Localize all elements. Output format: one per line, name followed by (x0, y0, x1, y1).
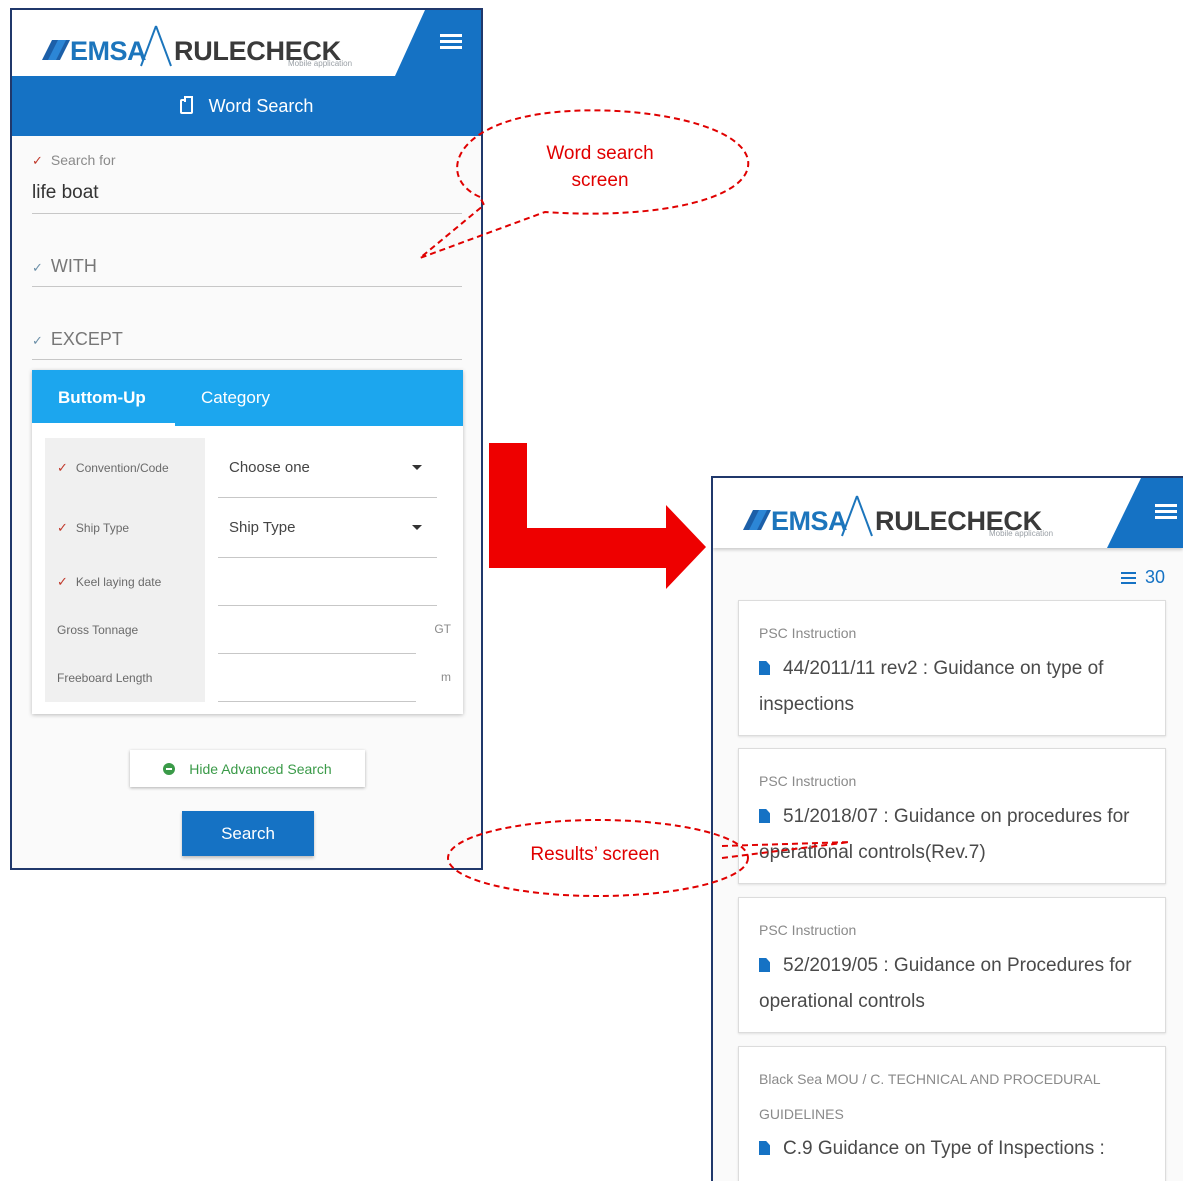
ship-type-label: ✓ Ship Type (45, 498, 205, 558)
search-button[interactable]: Search (182, 811, 314, 856)
result-card[interactable]: PSC Instruction 44/2011/11 rev2 : Guidan… (738, 600, 1166, 736)
ship-type-row: ✓ Ship Type Ship Type (45, 498, 445, 558)
results-screen: EMSA RULECHECK Mobile application 30 PSC… (711, 476, 1183, 1181)
word-search-annotation-line2: screen (571, 170, 629, 191)
page-title-bar: Word Search (12, 76, 481, 136)
list-icon (1120, 571, 1136, 584)
keel-date-label-text: Keel laying date (75, 575, 162, 589)
gross-tonnage-input[interactable] (218, 606, 416, 654)
with-label: WITH (50, 256, 97, 276)
check-icon: ✓ (57, 520, 68, 535)
keel-date-row: ✓ Keel laying date (45, 558, 445, 606)
page-title: Word Search (208, 95, 314, 116)
hamburger-icon (440, 34, 462, 50)
advanced-search-panel: Buttom-Up Category ✓ Convention/Code Choo… (32, 370, 463, 714)
check-icon: ✓ (57, 460, 68, 475)
result-category: PSC Instruction (759, 625, 857, 641)
emsa-logo: EMSA RULECHECK Mobile application (739, 492, 1079, 538)
result-title: C.9 Guidance on Type of Inspections : (783, 1138, 1105, 1159)
result-card[interactable]: PSC Instruction 52/2019/05 : Guidance on… (738, 897, 1166, 1033)
convention-row: ✓ Convention/Code Choose one (45, 438, 445, 498)
check-icon: ✓ (32, 153, 43, 168)
result-title: 44/2011/11 rev2 : Guidance on type of in… (759, 658, 1104, 715)
convention-label-text: Convention/Code (75, 461, 169, 475)
hide-advanced-search-button[interactable]: Hide Advanced Search (130, 750, 365, 787)
convention-label: ✓ Convention/Code (45, 438, 205, 498)
result-count: 30 (1120, 567, 1165, 588)
document-icon (759, 661, 770, 675)
app-header: EMSA RULECHECK Mobile application (713, 478, 1183, 548)
result-title: 51/2018/07 : Guidance on procedures for … (759, 806, 1130, 863)
except-input[interactable]: ✓ EXCEPT (32, 323, 462, 360)
app-header: EMSA RULECHECK Mobile application (12, 10, 481, 76)
keel-date-input[interactable] (218, 558, 437, 606)
result-count-value: 30 (1144, 567, 1165, 587)
logo-emsa-text: EMSA (70, 36, 147, 66)
result-category: PSC Instruction (759, 773, 857, 789)
freeboard-row: Freeboard Length m (45, 654, 451, 702)
chevron-down-icon (412, 524, 422, 530)
menu-button[interactable] (1107, 478, 1183, 548)
logo-subtitle: Mobile application (989, 529, 1054, 538)
document-icon (759, 809, 770, 823)
results-annotation: Results’ screen (530, 844, 660, 865)
gross-tonnage-label: Gross Tonnage (45, 606, 205, 654)
check-icon: ✓ (57, 574, 68, 589)
menu-button[interactable] (395, 10, 481, 76)
word-search-annotation: Word search screen (525, 140, 675, 194)
search-input[interactable]: ✓ Search for life boat (32, 146, 462, 214)
convention-select[interactable]: Choose one (218, 438, 437, 498)
document-icon (759, 958, 770, 972)
except-label: EXCEPT (50, 329, 123, 349)
tab-bar: Buttom-Up Category (32, 370, 463, 426)
result-title: 52/2019/05 : Guidance on Procedures for … (759, 955, 1132, 1012)
keel-date-label: ✓ Keel laying date (45, 558, 205, 606)
document-icon (759, 1141, 770, 1155)
hamburger-icon (1155, 504, 1177, 520)
convention-select-value: Choose one (229, 459, 310, 476)
hide-advanced-search-label: Hide Advanced Search (189, 760, 332, 777)
emsa-logo: EMSA RULECHECK Mobile application (38, 22, 378, 68)
with-input[interactable]: ✓ WITH (32, 250, 462, 287)
search-value: life boat (32, 182, 99, 203)
word-search-screen: EMSA RULECHECK Mobile application Word S… (10, 8, 483, 870)
freeboard-label: Freeboard Length (45, 654, 205, 702)
logo-emsa-text: EMSA (771, 506, 848, 536)
result-category: PSC Instruction (759, 922, 857, 938)
check-icon: ✓ (32, 260, 43, 275)
ship-type-select[interactable]: Ship Type (218, 498, 437, 558)
search-label: Search for (50, 152, 116, 168)
flow-arrow (489, 443, 706, 589)
result-card[interactable]: Black Sea MOU / C. TECHNICAL AND PROCEDU… (738, 1046, 1166, 1181)
tab-category[interactable]: Category (175, 370, 296, 426)
ship-type-label-text: Ship Type (75, 521, 130, 535)
gross-tonnage-row: Gross Tonnage GT (45, 606, 451, 654)
gross-tonnage-unit: GT (434, 622, 451, 636)
clipboard-icon (179, 95, 193, 114)
tab-buttom-up[interactable]: Buttom-Up (32, 370, 175, 426)
check-icon: ✓ (32, 333, 43, 348)
word-search-annotation-line1: Word search (546, 143, 654, 164)
freeboard-unit: m (441, 670, 451, 684)
chevron-down-icon (412, 464, 422, 470)
result-card[interactable]: PSC Instruction 51/2018/07 : Guidance on… (738, 748, 1166, 884)
minus-circle-icon (163, 762, 176, 775)
logo-subtitle: Mobile application (288, 59, 353, 68)
ship-type-select-value: Ship Type (229, 519, 296, 536)
result-category: Black Sea MOU / C. TECHNICAL AND PROCEDU… (759, 1071, 1101, 1122)
freeboard-input[interactable] (218, 654, 416, 702)
